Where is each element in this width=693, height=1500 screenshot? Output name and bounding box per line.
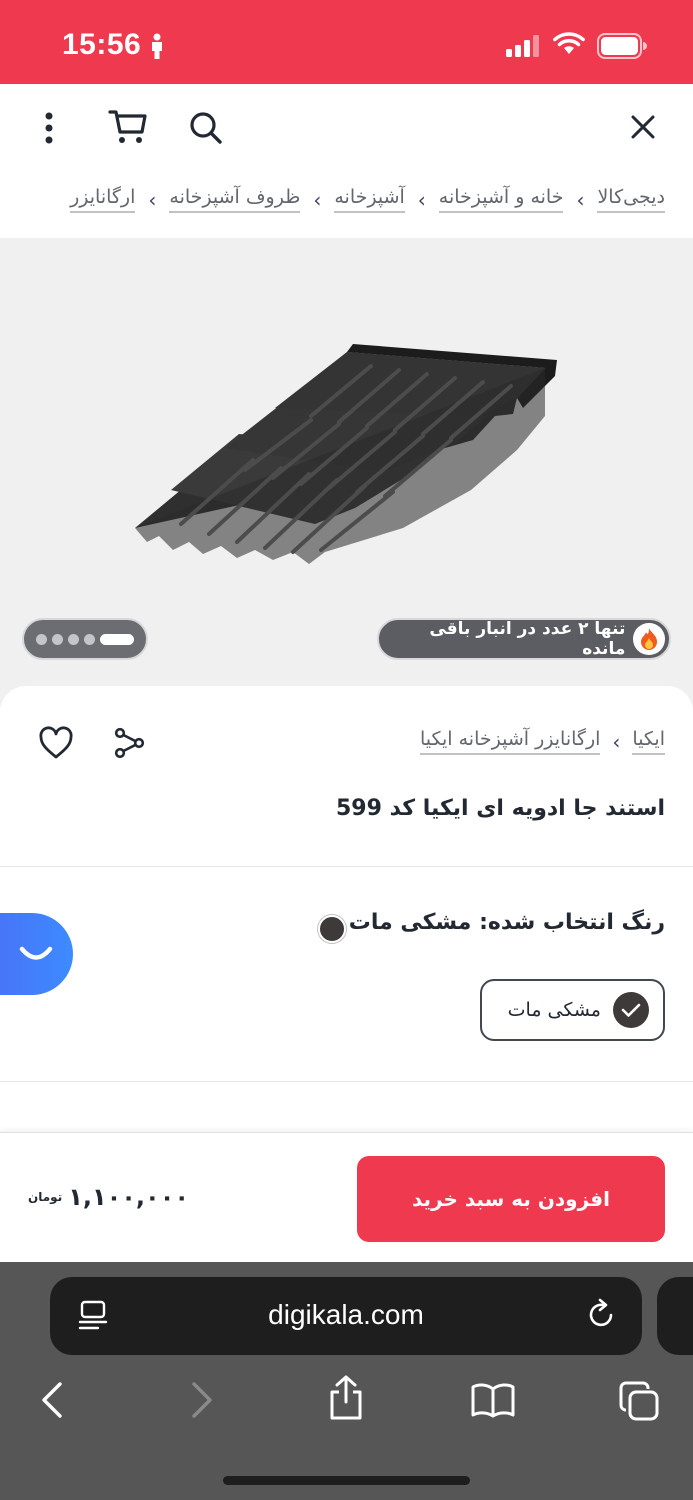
battery-icon bbox=[597, 33, 647, 59]
stock-notice: تنها ۲ عدد در انبار باقی مانده bbox=[429, 619, 626, 659]
product-title: استند جا ادویه ای ایکیا کد 599 bbox=[335, 796, 665, 821]
breadcrumb-separator: ‹ bbox=[313, 187, 322, 212]
price: ۱,۱۰۰,۰۰۰ تومان bbox=[28, 1183, 189, 1211]
home-indicator bbox=[223, 1476, 470, 1485]
breadcrumb-separator: ‹ bbox=[148, 187, 157, 212]
status-time: 15:56 bbox=[62, 28, 142, 61]
share-sheet-icon[interactable] bbox=[326, 1374, 366, 1422]
breadcrumb-item-kitchenware[interactable]: ظروف آشپزخانه bbox=[169, 186, 301, 213]
check-icon bbox=[621, 1003, 641, 1017]
url-text[interactable]: digikala.com bbox=[50, 1299, 642, 1331]
tabs-icon[interactable] bbox=[618, 1380, 660, 1422]
price-value: ۱,۱۰۰,۰۰۰ bbox=[68, 1183, 189, 1211]
breadcrumb-separator: ‹ bbox=[576, 187, 585, 212]
bookmarks-icon[interactable] bbox=[470, 1382, 516, 1418]
price-currency: تومان bbox=[28, 1190, 63, 1204]
breadcrumb: دیجی‌کالا ‹ خانه و آشپزخانه ‹ آشپزخانه ‹… bbox=[0, 170, 693, 238]
stock-badge: تنها ۲ عدد در انبار باقی مانده bbox=[377, 618, 671, 660]
top-toolbar bbox=[0, 84, 693, 170]
buy-bar: افزودن به سبد خرید ۱,۱۰۰,۰۰۰ تومان bbox=[0, 1132, 693, 1262]
breadcrumb-item-organizer[interactable]: ارگانایزر bbox=[70, 186, 136, 213]
brand-separator: ‹ bbox=[612, 729, 621, 754]
section-divider bbox=[0, 1081, 693, 1082]
gallery-dot[interactable] bbox=[52, 633, 63, 645]
breadcrumb-separator: ‹ bbox=[417, 187, 426, 212]
product-gallery[interactable]: تنها ۲ عدد در انبار باقی مانده bbox=[0, 238, 693, 708]
brand-link[interactable]: ایکیا bbox=[632, 728, 665, 755]
back-icon[interactable] bbox=[38, 1380, 66, 1420]
section-divider bbox=[0, 866, 693, 867]
gallery-dot[interactable] bbox=[36, 633, 47, 645]
next-tab-preview[interactable] bbox=[657, 1277, 693, 1355]
breadcrumb-item-digikala[interactable]: دیجی‌کالا bbox=[597, 186, 665, 213]
color-option-matte-black[interactable]: مشکی مات bbox=[480, 979, 665, 1041]
reload-icon[interactable] bbox=[586, 1297, 618, 1331]
forward-icon[interactable] bbox=[188, 1380, 216, 1420]
gallery-dot[interactable] bbox=[84, 633, 95, 645]
gallery-dot[interactable] bbox=[68, 633, 79, 645]
gallery-dot-active[interactable] bbox=[100, 633, 134, 645]
smile-icon bbox=[19, 946, 53, 960]
color-swatch bbox=[613, 992, 649, 1028]
person-icon bbox=[152, 33, 162, 59]
selected-color-swatch bbox=[318, 915, 346, 943]
search-icon[interactable] bbox=[186, 108, 226, 148]
browser-chrome: digikala.com bbox=[0, 1262, 693, 1500]
share-icon[interactable] bbox=[112, 726, 146, 760]
wifi-icon bbox=[553, 32, 585, 54]
cart-icon[interactable] bbox=[106, 106, 150, 148]
fire-icon bbox=[633, 623, 665, 655]
more-icon[interactable] bbox=[36, 108, 62, 148]
product-image[interactable] bbox=[125, 338, 565, 568]
breadcrumb-item-home-kitchen[interactable]: خانه و آشپزخانه bbox=[438, 186, 564, 213]
address-bar[interactable]: digikala.com bbox=[50, 1277, 642, 1355]
breadcrumb-item-kitchen[interactable]: آشپزخانه bbox=[334, 186, 405, 213]
favorite-heart-icon[interactable] bbox=[38, 726, 74, 760]
selected-color-label: رنگ انتخاب شده: مشکی مات bbox=[348, 910, 665, 935]
close-icon[interactable] bbox=[626, 110, 660, 144]
add-to-cart-button[interactable]: افزودن به سبد خرید bbox=[357, 1156, 665, 1242]
status-bar: 15:56 bbox=[0, 0, 693, 84]
gallery-pagination[interactable] bbox=[22, 618, 148, 660]
cellular-signal-icon bbox=[506, 35, 539, 57]
color-option-label: مشکی مات bbox=[507, 999, 601, 1021]
product-info-card: ایکیا ‹ ارگانایزر آشپزخانه ایکیا استند ج… bbox=[0, 686, 693, 1136]
category-link[interactable]: ارگانایزر آشپزخانه ایکیا bbox=[420, 728, 601, 755]
